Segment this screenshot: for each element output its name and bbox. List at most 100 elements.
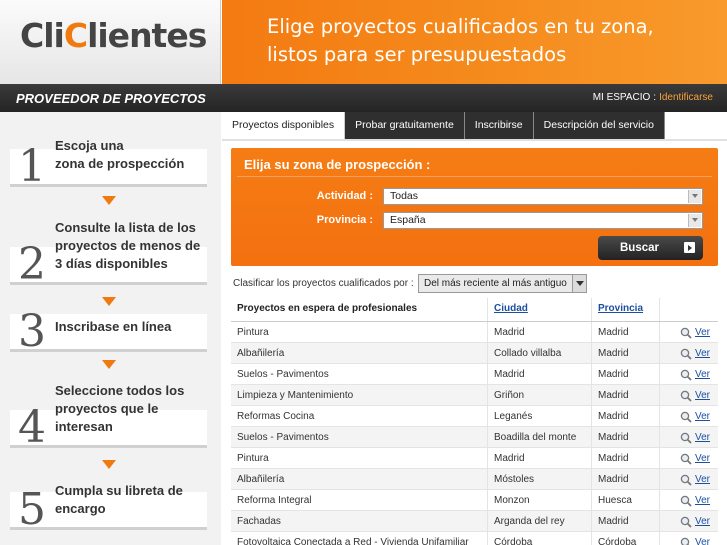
step-text: Escoja una zona de prospección bbox=[55, 137, 210, 173]
province-select[interactable]: España bbox=[383, 212, 703, 229]
logo[interactable]: CliClientes bbox=[20, 16, 207, 55]
magnifier-icon[interactable] bbox=[680, 432, 692, 444]
view-link[interactable]: Ver bbox=[695, 343, 710, 363]
magnifier-icon[interactable] bbox=[680, 537, 692, 545]
tab-4[interactable]: Descripción del servicio bbox=[533, 112, 665, 139]
sort-label: Clasificar los proyectos cualificados po… bbox=[233, 278, 414, 289]
step-text-line: zona de prospección bbox=[55, 156, 185, 171]
view-link[interactable]: Ver bbox=[695, 406, 710, 426]
city-cell: Móstoles bbox=[488, 469, 592, 489]
view-link[interactable]: Ver bbox=[695, 511, 710, 531]
zone-panel: Elija su zona de prospección : Actividad… bbox=[231, 148, 718, 266]
magnifier-icon[interactable] bbox=[680, 348, 692, 360]
chevron-down-icon bbox=[102, 297, 116, 306]
chevron-down-icon[interactable] bbox=[688, 214, 701, 227]
step-text-line: Cumpla su libreta de bbox=[55, 483, 183, 498]
view-link[interactable]: Ver bbox=[695, 427, 710, 447]
table-row[interactable]: Reforma Integral Monzon Huesca Ver bbox=[231, 490, 718, 511]
tab-bar: Proyectos disponibles Probar gratuitament… bbox=[222, 112, 665, 139]
table-row[interactable]: Albañilería Collado villalba Madrid Ver bbox=[231, 343, 718, 364]
chevron-down-icon[interactable] bbox=[572, 275, 586, 292]
view-cell: Ver bbox=[660, 343, 718, 363]
view-cell: Ver bbox=[660, 385, 718, 405]
step-text-line: proyectos que le bbox=[55, 401, 159, 416]
step-text-line: encargo bbox=[55, 501, 106, 516]
step-text-line: Escoja una bbox=[55, 138, 124, 153]
step-text: Seleccione todos los proyectos que le inte… bbox=[55, 382, 210, 436]
city-cell: Arganda del rey bbox=[488, 511, 592, 531]
province-cell: Madrid bbox=[592, 385, 660, 405]
step-text-line: interesan bbox=[55, 419, 113, 434]
top-bar: PROVEEDOR DE PROYECTOS MI ESPACIO: Identi… bbox=[0, 84, 727, 112]
table-row[interactable]: Albañilería Móstoles Madrid Ver bbox=[231, 469, 718, 490]
table-row[interactable]: Suelos - Pavimentos Boadilla del monte Mad… bbox=[231, 427, 718, 448]
magnifier-icon[interactable] bbox=[680, 327, 692, 339]
province-cell: Madrid bbox=[592, 322, 660, 342]
view-link[interactable]: Ver bbox=[695, 532, 710, 545]
arrow-right-icon bbox=[684, 242, 695, 253]
magnifier-icon[interactable] bbox=[680, 453, 692, 465]
step-text-line: Consulte la lista de los bbox=[55, 220, 196, 235]
view-link[interactable]: Ver bbox=[695, 469, 710, 489]
view-link[interactable]: Ver bbox=[695, 448, 710, 468]
magnifier-icon[interactable] bbox=[680, 516, 692, 528]
province-value: España bbox=[390, 214, 426, 226]
step-number: 1 bbox=[18, 141, 46, 192]
view-link[interactable]: Ver bbox=[695, 385, 710, 405]
sort-select[interactable]: Del más reciente al más antiguo bbox=[418, 274, 587, 293]
view-cell: Ver bbox=[660, 448, 718, 468]
chevron-down-icon[interactable] bbox=[688, 190, 701, 203]
header-province-sort[interactable]: Provincia bbox=[592, 298, 660, 321]
project-cell: Fotovoltaica Conectada a Red - Vivienda … bbox=[231, 532, 488, 545]
project-cell: Limpieza y Mantenimiento bbox=[231, 385, 488, 405]
activity-value: Todas bbox=[390, 190, 419, 202]
province-cell: Madrid bbox=[592, 406, 660, 426]
project-cell: Reformas Cocina bbox=[231, 406, 488, 426]
table-row[interactable]: Suelos - Pavimentos Madrid Madrid Ver bbox=[231, 364, 718, 385]
magnifier-icon[interactable] bbox=[680, 390, 692, 402]
table-row[interactable]: Fachadas Arganda del rey Madrid Ver bbox=[231, 511, 718, 532]
logo-accent: C bbox=[63, 16, 88, 55]
step-text: Inscribase en línea bbox=[55, 318, 210, 336]
zone-title: Elija su zona de prospección : bbox=[244, 157, 431, 172]
table-row[interactable]: Reformas Cocina Leganés Madrid Ver bbox=[231, 406, 718, 427]
tab-2[interactable]: Probar gratuitamente bbox=[345, 112, 465, 139]
view-link[interactable]: Ver bbox=[695, 322, 710, 342]
city-cell: Collado villalba bbox=[488, 343, 592, 363]
projects-table: Proyectos en espera de profesionales Ciu… bbox=[231, 298, 718, 545]
view-cell: Ver bbox=[660, 322, 718, 342]
table-row[interactable]: Fotovoltaica Conectada a Red - Vivienda … bbox=[231, 532, 718, 545]
province-cell: Madrid bbox=[592, 364, 660, 384]
logo-area[interactable]: CliClientes bbox=[0, 0, 221, 84]
view-cell: Ver bbox=[660, 532, 718, 545]
project-cell: Suelos - Pavimentos bbox=[231, 364, 488, 384]
province-cell: Madrid bbox=[592, 427, 660, 447]
table-row[interactable]: Limpieza y Mantenimiento Griñon Madrid Ver bbox=[231, 385, 718, 406]
magnifier-icon[interactable] bbox=[680, 369, 692, 381]
province-cell: Madrid bbox=[592, 448, 660, 468]
magnifier-icon[interactable] bbox=[680, 474, 692, 486]
separator: : bbox=[653, 92, 657, 103]
header-city-sort[interactable]: Ciudad bbox=[488, 298, 592, 321]
step-text: Consulte la lista de los proyectos de men… bbox=[55, 219, 210, 273]
sort-value: Del más reciente al más antiguo bbox=[424, 278, 567, 289]
banner-line-2: listos para ser presupuestados bbox=[267, 43, 567, 66]
city-cell: Griñon bbox=[488, 385, 592, 405]
chevron-down-icon bbox=[102, 196, 116, 205]
city-cell: Córdoba bbox=[488, 532, 592, 545]
view-cell: Ver bbox=[660, 511, 718, 531]
tab-1[interactable]: Proyectos disponibles bbox=[222, 112, 346, 139]
tab-3[interactable]: Inscribirse bbox=[464, 112, 534, 139]
search-button[interactable]: Buscar bbox=[598, 236, 703, 260]
city-cell: Leganés bbox=[488, 406, 592, 426]
table-row[interactable]: Pintura Madrid Madrid Ver bbox=[231, 322, 718, 343]
magnifier-icon[interactable] bbox=[680, 411, 692, 423]
view-link[interactable]: Ver bbox=[695, 364, 710, 384]
activity-select[interactable]: Todas bbox=[383, 188, 703, 205]
magnifier-icon[interactable] bbox=[680, 495, 692, 507]
table-row[interactable]: Pintura Madrid Madrid Ver bbox=[231, 448, 718, 469]
view-link[interactable]: Ver bbox=[695, 490, 710, 510]
my-space-label: MI ESPACIO bbox=[592, 92, 651, 103]
step-number: 3 bbox=[18, 306, 46, 357]
login-link[interactable]: Identificarse bbox=[659, 92, 713, 103]
